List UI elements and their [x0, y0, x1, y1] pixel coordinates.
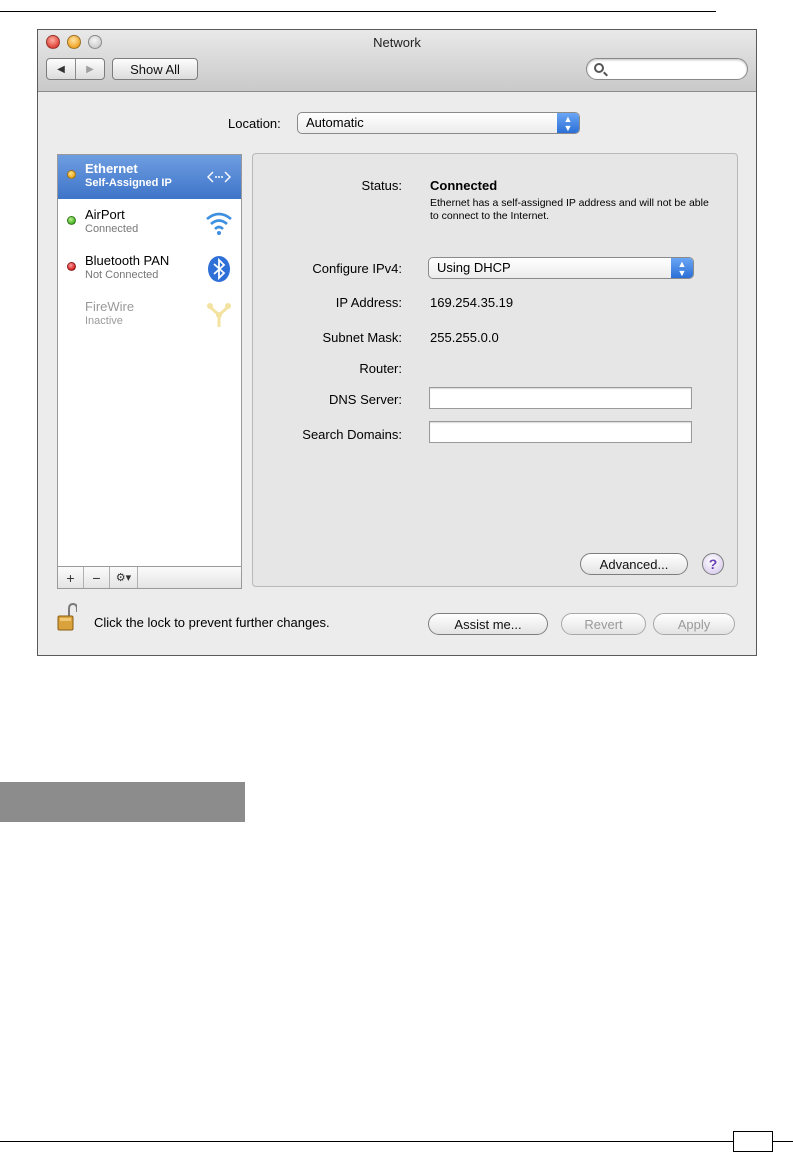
location-value: Automatic	[306, 115, 364, 130]
dns-server-label: DNS Server:	[329, 392, 402, 407]
search-field[interactable]	[586, 58, 748, 80]
forward-button[interactable]: ▶	[76, 59, 104, 79]
back-forward-group: ◀ ▶	[46, 58, 105, 80]
ip-address-value: 169.254.35.19	[430, 295, 514, 310]
ethernet-icon	[207, 171, 231, 183]
search-domains-field[interactable]	[429, 421, 692, 443]
subnet-mask-value: 255.255.0.0	[430, 330, 499, 345]
service-status: Not Connected	[85, 269, 159, 281]
service-name: FireWire	[85, 299, 135, 314]
stepper-arrows-icon: ▲ ▼	[557, 113, 579, 133]
service-name: Bluetooth PAN	[85, 253, 170, 268]
status-dot-red-icon	[67, 262, 76, 271]
status-dot-yellow-icon	[67, 170, 76, 179]
location-label: Location:	[228, 116, 281, 131]
wifi-icon	[206, 212, 232, 235]
apply-button[interactable]: Apply	[653, 613, 735, 635]
status-note: Ethernet has a self-assigned IP address …	[430, 197, 709, 222]
service-name: Ethernet	[85, 161, 138, 176]
service-status: Connected	[85, 223, 139, 235]
service-status: Inactive	[85, 315, 123, 327]
firewire-icon	[207, 303, 231, 327]
back-button[interactable]: ◀	[47, 59, 76, 79]
dns-server-field[interactable]	[429, 387, 692, 409]
assist-me-button[interactable]: Assist me...	[428, 613, 548, 635]
search-icon	[594, 63, 604, 73]
ethernet-detail-panel: Status: Connected Ethernet has a self-as…	[252, 153, 738, 587]
title-bar: Network ◀ ▶ Show All	[38, 30, 756, 92]
configure-ipv4-value: Using DHCP	[437, 260, 511, 275]
location-select[interactable]: Automatic ▲ ▼	[297, 112, 580, 134]
network-preferences-window: Network ◀ ▶ Show All Location: Automatic…	[37, 29, 757, 656]
gear-menu-button[interactable]: ⚙▾	[110, 567, 138, 588]
lock-message: Click the lock to prevent further change…	[94, 615, 330, 630]
status-value: Connected	[430, 178, 498, 193]
configure-ipv4-select[interactable]: Using DHCP ▲ ▼	[428, 257, 694, 279]
subnet-mask-label: Subnet Mask:	[322, 330, 403, 345]
service-status: Self-Assigned IP	[85, 177, 172, 189]
service-item-firewire[interactable]: FireWire Inactive	[58, 293, 241, 337]
service-list-toolbar: + − ⚙▾	[57, 567, 242, 589]
gray-banner-bar	[0, 782, 245, 822]
help-button[interactable]: ?	[702, 553, 724, 575]
search-domains-label: Search Domains:	[302, 427, 402, 442]
page-number-box	[733, 1131, 773, 1152]
show-all-button[interactable]: Show All	[112, 58, 198, 80]
service-item-ethernet[interactable]: Ethernet Self-Assigned IP	[58, 155, 241, 199]
remove-service-button[interactable]: −	[84, 567, 110, 588]
bluetooth-icon	[208, 256, 230, 282]
page-top-rule	[0, 11, 716, 12]
service-name: AirPort	[85, 207, 125, 222]
status-label: Status:	[361, 178, 402, 193]
unlocked-padlock-icon[interactable]	[57, 603, 77, 631]
ip-address-label: IP Address:	[335, 295, 402, 310]
configure-ipv4-label: Configure IPv4:	[312, 261, 402, 276]
service-list: Ethernet Self-Assigned IP AirPort Connec…	[57, 154, 242, 567]
add-service-button[interactable]: +	[58, 567, 84, 588]
revert-button[interactable]: Revert	[561, 613, 646, 635]
page-bottom-rule	[0, 1141, 793, 1142]
service-item-bluetooth-pan[interactable]: Bluetooth PAN Not Connected	[58, 247, 241, 291]
window-title: Network	[373, 35, 421, 50]
stepper-arrows-icon: ▲ ▼	[671, 258, 693, 278]
router-label: Router:	[359, 361, 402, 376]
status-dot-green-icon	[67, 216, 76, 225]
service-item-airport[interactable]: AirPort Connected	[58, 201, 241, 245]
advanced-button[interactable]: Advanced...	[580, 553, 688, 575]
